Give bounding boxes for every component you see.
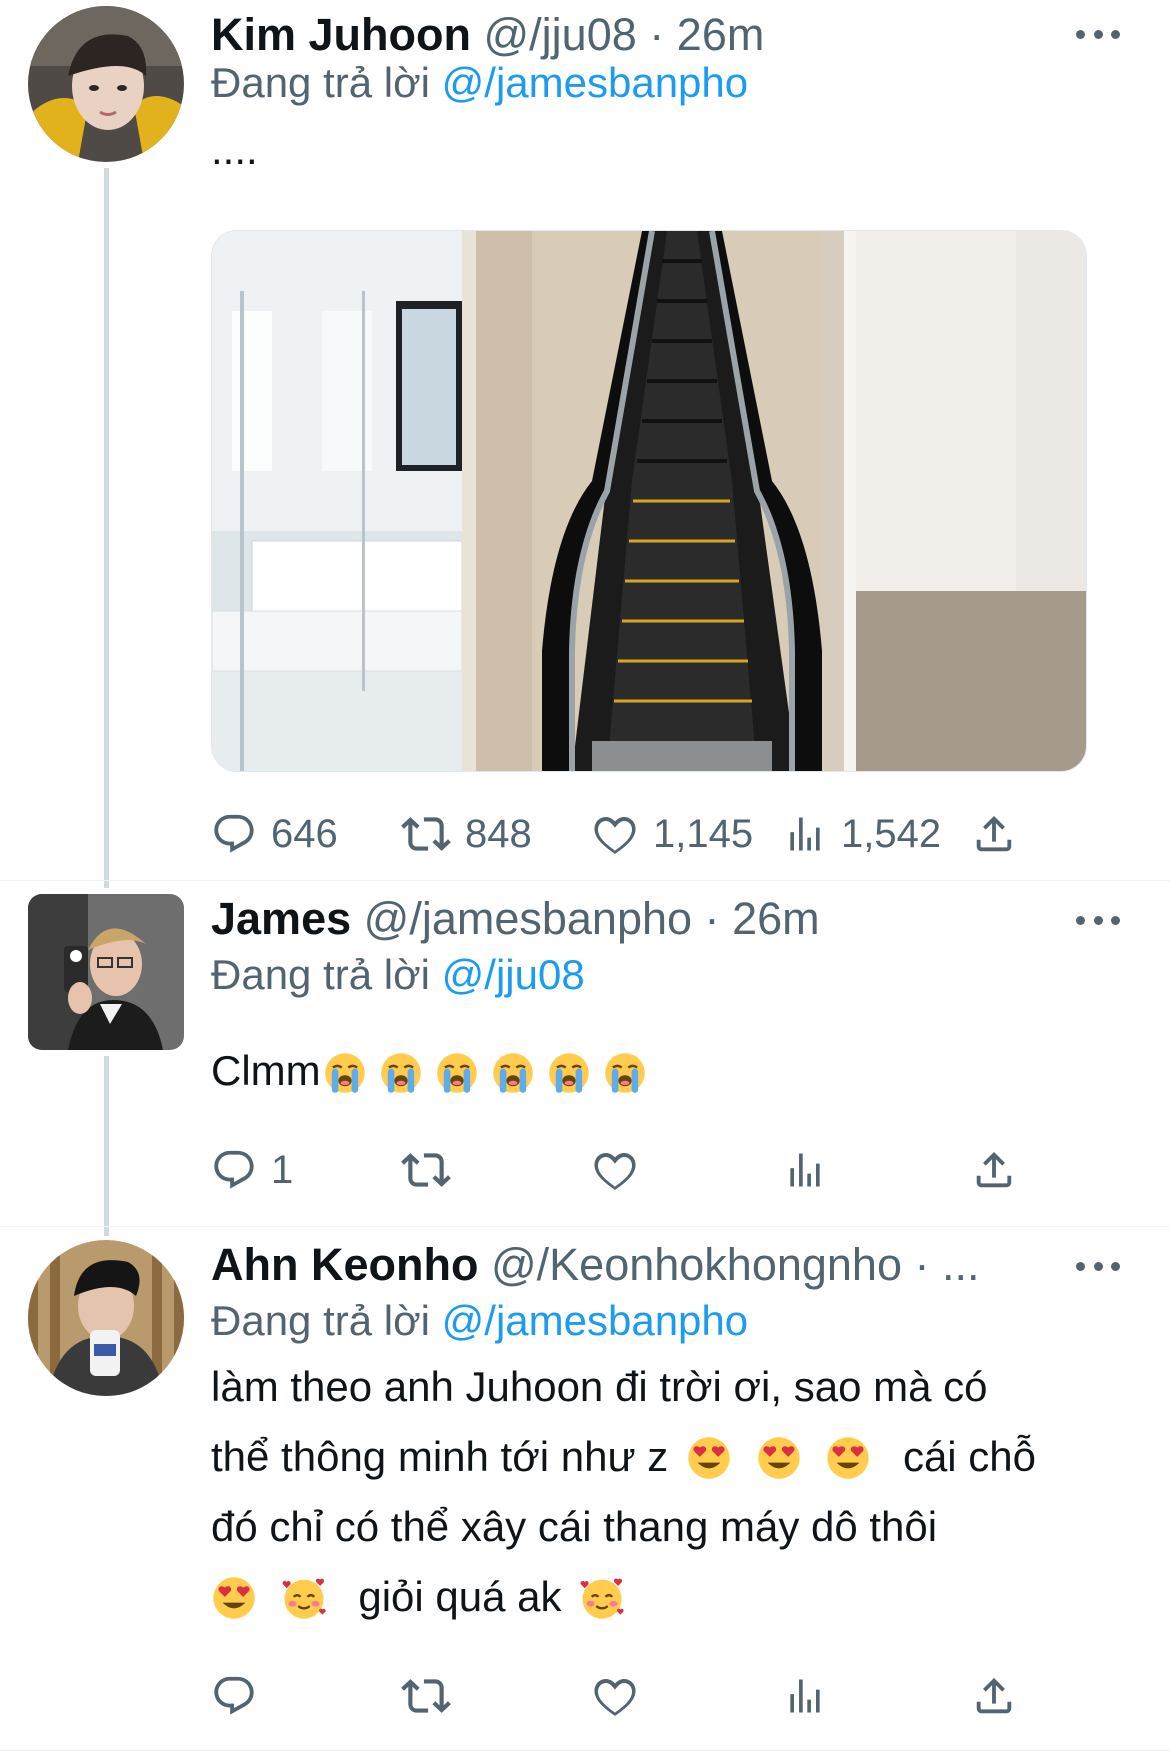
replying-label: Đang trả lời bbox=[211, 59, 430, 106]
smiling-face-with-hearts-emoji-icon bbox=[281, 1575, 327, 1621]
loudly-crying-face-emoji-icon bbox=[491, 1051, 535, 1095]
share-icon bbox=[971, 1673, 1017, 1719]
views-count: 1,542 bbox=[841, 811, 942, 856]
display-name[interactable]: Ahn Keonho bbox=[211, 1240, 478, 1290]
display-name[interactable]: James bbox=[211, 894, 351, 944]
loudly-crying-face-emoji-icon bbox=[323, 1051, 367, 1095]
separator: · bbox=[649, 10, 665, 60]
loudly-crying-face-emoji-icon bbox=[379, 1051, 423, 1095]
tweet-actions: 646 848 1,145 1,542 bbox=[211, 804, 1041, 864]
replying-to: Đang trả lời @/jamesbanpho bbox=[211, 1296, 748, 1346]
thread-line bbox=[104, 168, 109, 888]
tweet-header: James @/jamesbanpho · 26m bbox=[211, 894, 1061, 944]
share-button[interactable] bbox=[971, 804, 1017, 864]
separator: · bbox=[914, 1240, 930, 1290]
retweet-count: 848 bbox=[465, 811, 532, 856]
heart-eyes-emoji-icon bbox=[825, 1435, 871, 1481]
share-icon bbox=[971, 811, 1017, 857]
loudly-crying-face-emoji-icon bbox=[435, 1051, 479, 1095]
user-handle[interactable]: @/jamesbanpho bbox=[364, 894, 692, 944]
views-button[interactable] bbox=[783, 1666, 827, 1726]
avatar[interactable] bbox=[28, 6, 184, 162]
more-icon[interactable] bbox=[1076, 24, 1120, 44]
mention-link[interactable]: @/jamesbanpho bbox=[442, 1297, 749, 1344]
loudly-crying-face-emoji-icon bbox=[547, 1051, 591, 1095]
tweet-actions: 1 bbox=[211, 1140, 1041, 1200]
display-name[interactable]: Kim Juhoon bbox=[211, 10, 471, 60]
replying-label: Đang trả lời bbox=[211, 951, 430, 998]
like-button[interactable] bbox=[591, 1140, 639, 1200]
retweet-icon bbox=[401, 809, 451, 859]
retweet-button[interactable] bbox=[401, 1666, 451, 1726]
views-icon bbox=[783, 1148, 827, 1192]
reply-icon bbox=[211, 811, 257, 857]
tweet-text-line: làm theo anh Juhoon đi trời ơi, sao mà c… bbox=[211, 1363, 988, 1410]
like-icon bbox=[591, 810, 639, 858]
more-icon[interactable] bbox=[1076, 1256, 1120, 1276]
tweet-actions bbox=[211, 1666, 1041, 1726]
heart-eyes-emoji-icon bbox=[756, 1435, 802, 1481]
avatar[interactable] bbox=[28, 1240, 184, 1396]
tweet-text-line: đó chỉ có thể xây cái thang máy dô thôi bbox=[211, 1503, 938, 1550]
retweet-icon bbox=[401, 1145, 451, 1195]
avatar[interactable] bbox=[28, 894, 184, 1050]
tweet-text: .... bbox=[211, 126, 258, 173]
views-icon bbox=[783, 812, 827, 856]
replying-to: Đang trả lời @/jju08 bbox=[211, 950, 585, 1000]
retweet-button[interactable] bbox=[401, 1140, 451, 1200]
user-handle[interactable]: @/jju08 bbox=[484, 10, 637, 60]
like-button[interactable]: 1,145 bbox=[591, 804, 753, 864]
reply-button[interactable] bbox=[211, 1666, 257, 1726]
views-button[interactable]: 1,542 bbox=[783, 804, 941, 864]
tweet-text-line: thể thông minh tới như z cái chỗ bbox=[211, 1433, 1037, 1481]
like-icon bbox=[591, 1146, 639, 1194]
timestamp[interactable]: 26m bbox=[677, 10, 765, 60]
smiling-face-with-hearts-emoji-icon bbox=[579, 1575, 625, 1621]
reply-count: 646 bbox=[271, 811, 338, 856]
tweet-text: làm theo anh Juhoon đi trời ơi, sao mà c… bbox=[211, 1352, 1131, 1632]
tweet-text-line: giỏi quá ak bbox=[211, 1562, 1131, 1632]
like-button[interactable] bbox=[591, 1666, 639, 1726]
divider bbox=[0, 1750, 1170, 1751]
replying-to: Đang trả lời @/jamesbanpho bbox=[211, 58, 748, 108]
timestamp[interactable]: 26m bbox=[732, 894, 820, 944]
replying-label: Đang trả lời bbox=[211, 1297, 430, 1344]
reply-icon bbox=[211, 1147, 257, 1193]
views-button[interactable] bbox=[783, 1140, 827, 1200]
tweet-header: Ahn Keonho @/Keonhokhongnho · ... bbox=[211, 1240, 1061, 1290]
retweet-icon bbox=[401, 1671, 451, 1721]
share-button[interactable] bbox=[971, 1666, 1017, 1726]
views-icon bbox=[783, 1674, 827, 1718]
mention-link[interactable]: @/jju08 bbox=[442, 951, 585, 998]
user-handle[interactable]: @/Keonhokhongnho bbox=[491, 1240, 902, 1290]
reply-count: 1 bbox=[271, 1147, 294, 1192]
reply-icon bbox=[211, 1673, 257, 1719]
tweet-text: Clmm bbox=[211, 1036, 653, 1106]
share-icon bbox=[971, 1147, 1017, 1193]
tweet-text-body: Clmm bbox=[211, 1047, 321, 1094]
emoji-row bbox=[321, 1047, 653, 1094]
like-count: 1,145 bbox=[653, 811, 754, 856]
mention-link[interactable]: @/jamesbanpho bbox=[442, 59, 749, 106]
loudly-crying-face-emoji-icon bbox=[603, 1051, 647, 1095]
tweet-header: Kim Juhoon @/jju08 · 26m bbox=[211, 10, 1061, 60]
divider bbox=[0, 1226, 1170, 1227]
reply-button[interactable]: 1 bbox=[211, 1140, 293, 1200]
like-icon bbox=[591, 1672, 639, 1720]
share-button[interactable] bbox=[971, 1140, 1017, 1200]
retweet-button[interactable]: 848 bbox=[401, 804, 532, 864]
separator: · bbox=[704, 894, 720, 944]
reply-button[interactable]: 646 bbox=[211, 804, 338, 864]
divider bbox=[0, 880, 1170, 881]
thread-line bbox=[104, 1056, 109, 1236]
heart-eyes-emoji-icon bbox=[686, 1435, 732, 1481]
heart-eyes-emoji-icon bbox=[211, 1575, 257, 1621]
more-icon[interactable] bbox=[1076, 910, 1120, 930]
timestamp[interactable]: ... bbox=[942, 1240, 980, 1290]
tweet-image[interactable] bbox=[211, 230, 1087, 772]
